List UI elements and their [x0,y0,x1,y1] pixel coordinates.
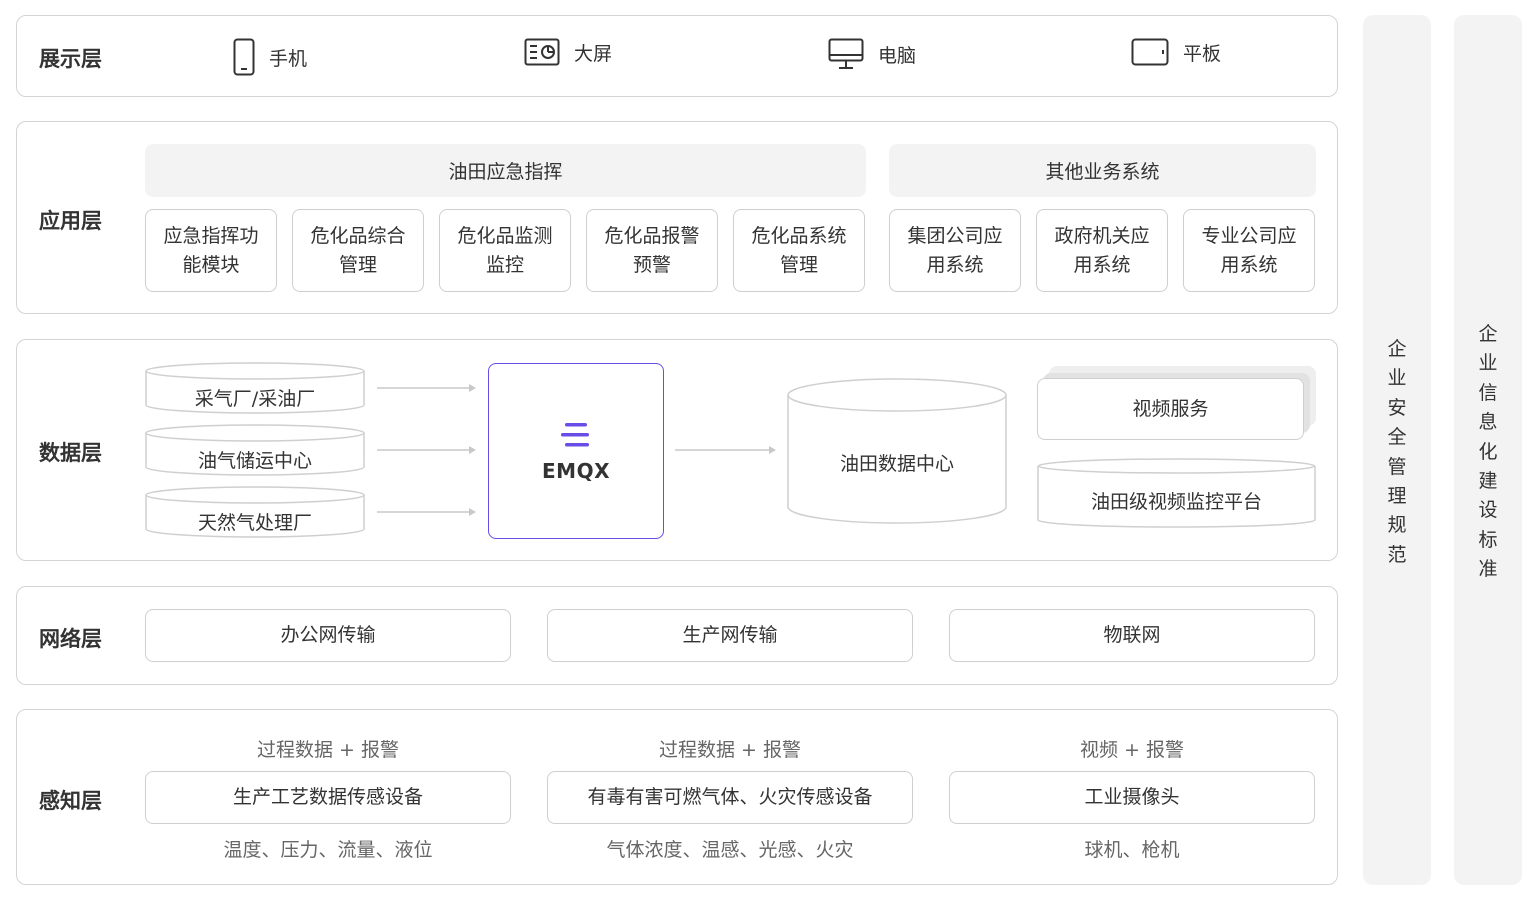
side-bar-informatization-standard: 企业信息化建设标准 [1454,15,1522,885]
network-item: 物联网 [949,609,1315,662]
sensor-device: 有毒有害可燃气体、火灾传感设备 [547,771,913,824]
perception-layer: 感知层 过程数据 + 报警 过程数据 + 报警 视频 + 报警 生产工艺数据传感… [16,709,1338,885]
sensor-device: 生产工艺数据传感设备 [145,771,511,824]
application-layer-title: 应用层 [39,209,102,233]
group-header-other-business: 其他业务系统 [889,144,1316,197]
data-source-label: 采气厂/采油厂 [194,388,316,410]
data-source-label: 油气储运中心 [197,450,312,472]
app-module: 集团公司应用系统 [889,209,1021,292]
device-computer: 电脑 [828,38,916,70]
app-module: 危化品监测监控 [439,209,571,292]
sensor-device: 工业摄像头 [949,771,1315,824]
perception-layer-title: 感知层 [39,789,102,813]
app-module: 政府机关应用系统 [1036,209,1168,292]
device-phone: 手机 [233,38,307,76]
app-module: 危化品综合管理 [292,209,424,292]
data-source-cylinder: 采气厂/采油厂 [145,362,365,414]
data-source-cylinder: 天然气处理厂 [145,486,365,538]
side-bar-label: 企业信息化建设标准 [1478,323,1498,581]
presentation-layer: 展示层 手机 大屏 电脑 平板 [16,15,1338,97]
device-label: 大屏 [574,42,613,65]
device-big-screen: 大屏 [524,38,612,66]
emqx-label: EMQX [542,459,610,483]
perception-top-caption: 过程数据 + 报警 [659,739,801,761]
perception-bottom-caption: 气体浓度、温感、光感、火灾 [606,839,854,861]
side-bar-label: 企业安全管理规范 [1387,338,1407,566]
video-service-box: 视频服务 [1037,378,1304,440]
data-center-cylinder: 油田数据中心 [787,378,1007,524]
device-label: 电脑 [878,44,917,67]
device-label: 手机 [269,47,308,70]
big-screen-icon [524,38,560,66]
flow-arrow [377,446,476,454]
flow-arrow [377,508,476,516]
emqx-broker: EMQX [488,363,664,539]
flow-arrow [675,446,776,454]
data-layer: 数据层 采气厂/采油厂 油气储运中心 天然气处理厂 EMQX 油田数据中心 视频… [16,339,1338,561]
tablet-icon [1131,38,1169,66]
data-center-label: 油田数据中心 [839,453,954,475]
video-platform-cylinder: 油田级视频监控平台 [1037,458,1316,528]
network-item: 办公网传输 [145,609,511,662]
network-item: 生产网传输 [547,609,913,662]
side-bar-safety-standard: 企业安全管理规范 [1363,15,1431,885]
perception-top-caption: 过程数据 + 报警 [257,739,399,761]
app-module: 危化品系统管理 [733,209,865,292]
app-module: 专业公司应用系统 [1183,209,1315,292]
data-source-label: 天然气处理厂 [197,512,312,534]
device-label: 平板 [1183,42,1222,65]
network-layer-title: 网络层 [39,627,102,651]
device-tablet: 平板 [1131,38,1221,66]
flow-arrow [377,384,476,392]
computer-icon [828,38,864,70]
perception-bottom-caption: 温度、压力、流量、液位 [223,839,433,861]
application-layer: 应用层 油田应急指挥 其他业务系统 应急指挥功能模块 危化品综合管理 危化品监测… [16,121,1338,314]
video-platform-label: 油田级视频监控平台 [1090,491,1262,513]
presentation-layer-title: 展示层 [39,47,102,71]
data-source-cylinder: 油气储运中心 [145,424,365,476]
group-header-emergency-command: 油田应急指挥 [145,144,866,197]
app-module: 危化品报警预警 [586,209,718,292]
data-layer-title: 数据层 [39,441,102,465]
phone-icon [233,38,255,76]
emqx-logo-icon [561,423,589,447]
perception-top-caption: 视频 + 报警 [1080,739,1184,761]
network-layer: 网络层 办公网传输 生产网传输 物联网 [16,586,1338,685]
perception-bottom-caption: 球机、枪机 [1084,839,1180,861]
app-module: 应急指挥功能模块 [145,209,277,292]
